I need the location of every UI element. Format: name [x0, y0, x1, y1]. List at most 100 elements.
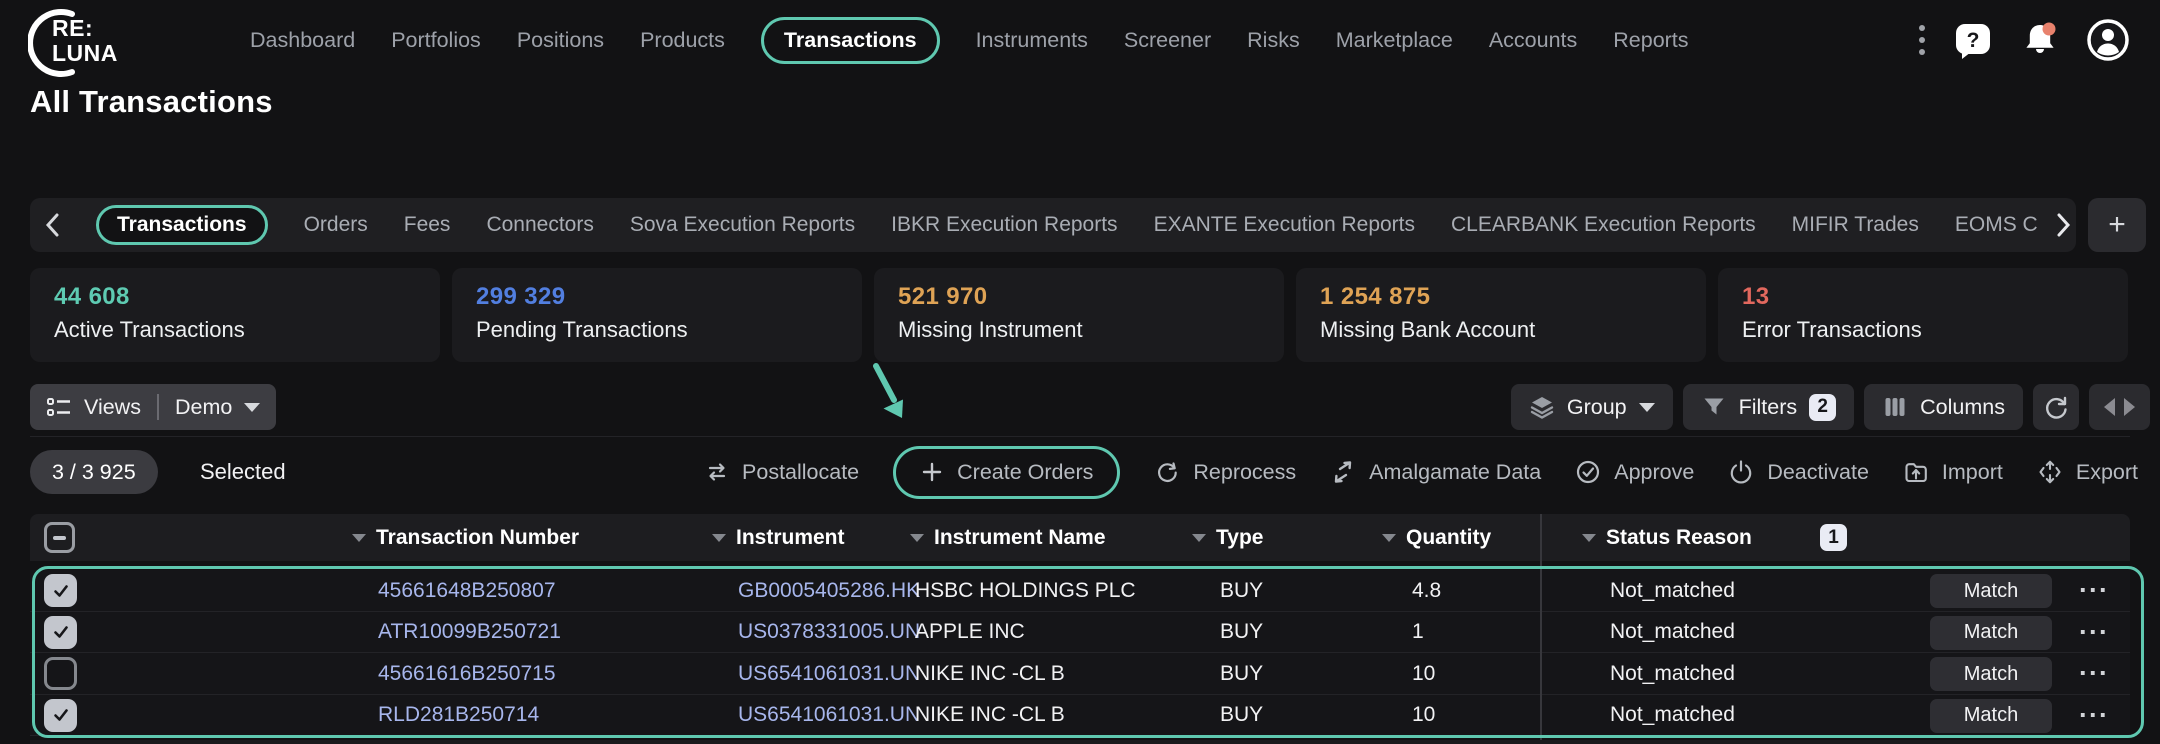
export-arrows-icon: [2037, 459, 2063, 485]
match-button[interactable]: Match: [1930, 616, 2052, 650]
kebab-menu-icon[interactable]: [1916, 20, 1928, 60]
nav-item-accounts[interactable]: Accounts: [1489, 28, 1577, 53]
arrow-left-icon[interactable]: [2104, 398, 2115, 416]
postallocate-button[interactable]: Postallocate: [705, 460, 859, 485]
table-row[interactable]: RLD281B250714 US6541061031.UN NIKE INC -…: [30, 695, 2130, 737]
views-button[interactable]: Views Demo: [30, 384, 276, 430]
approve-button[interactable]: Approve: [1575, 459, 1694, 485]
stat-card-missing-instrument[interactable]: 521 970 Missing Instrument: [874, 268, 1284, 362]
status-reason-cell: Not_matched: [1610, 695, 1735, 737]
column-header-instrument-name[interactable]: Instrument Name: [910, 514, 1106, 561]
stat-card-active-transactions[interactable]: 44 608 Active Transactions: [30, 268, 440, 362]
match-button[interactable]: Match: [1930, 657, 2052, 691]
status-reason-cell: Not_matched: [1610, 570, 1735, 612]
column-menu-caret-icon[interactable]: [1582, 534, 1596, 542]
user-avatar[interactable]: [2086, 18, 2130, 62]
tab-ibkr-execution-reports[interactable]: IBKR Execution Reports: [891, 213, 1117, 237]
deactivate-button[interactable]: Deactivate: [1728, 459, 1869, 485]
nav-item-dashboard[interactable]: Dashboard: [250, 28, 355, 53]
amalgamate-data-button[interactable]: Amalgamate Data: [1330, 459, 1541, 485]
instrument-link[interactable]: US0378331005.UN: [738, 612, 920, 654]
brand-text-top: RE:: [52, 16, 118, 41]
filters-button[interactable]: Filters 2: [1683, 384, 1855, 430]
column-menu-caret-icon[interactable]: [1382, 534, 1396, 542]
tab-scroll-right-icon[interactable]: [2056, 212, 2072, 238]
views-label: Views: [84, 395, 141, 420]
row-checkbox[interactable]: [44, 574, 77, 607]
transaction-number-link[interactable]: 45661648B250807: [378, 570, 556, 612]
instrument-link[interactable]: US6541061031.UN: [738, 653, 920, 695]
column-header-instrument[interactable]: Instrument: [712, 514, 845, 561]
refresh-button[interactable]: [2033, 384, 2079, 430]
deactivate-label: Deactivate: [1767, 460, 1869, 485]
column-menu-caret-icon[interactable]: [1192, 534, 1206, 542]
column-header-status-reason[interactable]: Status Reason: [1582, 514, 1752, 561]
column-header-quantity[interactable]: Quantity: [1382, 514, 1491, 561]
plus-icon: +: [2108, 208, 2126, 242]
tab-clearbank-execution-reports[interactable]: CLEARBANK Execution Reports: [1451, 213, 1756, 237]
row-menu-ellipsis-icon[interactable]: ···: [2070, 653, 2118, 695]
brand-logo[interactable]: RE: LUNA: [28, 4, 148, 78]
create-orders-button[interactable]: Create Orders: [893, 446, 1120, 499]
instrument-link[interactable]: US6541061031.UN: [738, 695, 920, 737]
nav-item-products[interactable]: Products: [640, 28, 725, 53]
panel-arrows-button[interactable]: [2089, 384, 2150, 430]
bell-icon[interactable]: [2018, 18, 2062, 62]
tab-transactions[interactable]: Transactions: [96, 205, 268, 245]
tab-sova-execution-reports[interactable]: Sova Execution Reports: [630, 213, 855, 237]
tab-strip: Transactions Orders Fees Connectors Sova…: [30, 198, 2076, 252]
nav-item-risks[interactable]: Risks: [1247, 28, 1300, 53]
tab-fees[interactable]: Fees: [404, 213, 451, 237]
tab-mifir-trades[interactable]: MIFIR Trades: [1792, 213, 1919, 237]
nav-item-screener[interactable]: Screener: [1124, 28, 1211, 53]
transaction-number-link[interactable]: RLD281B250714: [378, 695, 539, 737]
row-menu-ellipsis-icon[interactable]: ···: [2070, 612, 2118, 654]
tab-eoms-truncated[interactable]: EOMS C: [1955, 213, 2038, 237]
row-checkbox[interactable]: [44, 657, 77, 690]
nav-item-transactions[interactable]: Transactions: [761, 17, 940, 64]
add-tab-button[interactable]: +: [2088, 198, 2146, 252]
match-button[interactable]: Match: [1930, 699, 2052, 733]
tab-orders[interactable]: Orders: [304, 213, 368, 237]
instrument-name-cell: APPLE INC: [915, 612, 1025, 654]
column-menu-caret-icon[interactable]: [712, 534, 726, 542]
tab-scroll-left-icon[interactable]: [44, 212, 60, 238]
stat-card-pending-transactions[interactable]: 299 329 Pending Transactions: [452, 268, 862, 362]
match-button[interactable]: Match: [1930, 574, 2052, 608]
check-circle-icon: [1575, 459, 1601, 485]
table-row[interactable]: 45661648B250807 GB0005405286.HK HSBC HOL…: [30, 570, 2130, 612]
row-menu-ellipsis-icon[interactable]: ···: [2070, 570, 2118, 612]
nav-item-instruments[interactable]: Instruments: [976, 28, 1088, 53]
nav-item-marketplace[interactable]: Marketplace: [1336, 28, 1453, 53]
nav-item-portfolios[interactable]: Portfolios: [391, 28, 481, 53]
tab-connectors[interactable]: Connectors: [486, 213, 593, 237]
column-header-type[interactable]: Type: [1192, 514, 1263, 561]
group-button[interactable]: Group: [1511, 384, 1673, 430]
instrument-link[interactable]: GB0005405286.HK: [738, 570, 920, 612]
transaction-number-link[interactable]: 45661616B250715: [378, 653, 556, 695]
help-icon[interactable]: ?: [1952, 19, 1994, 61]
reprocess-button[interactable]: Reprocess: [1154, 459, 1296, 485]
column-menu-caret-icon[interactable]: [352, 534, 366, 542]
row-checkbox[interactable]: [44, 616, 77, 649]
transaction-number-link[interactable]: ATR10099B250721: [378, 612, 561, 654]
import-button[interactable]: Import: [1903, 459, 2003, 485]
stat-card-missing-bank-account[interactable]: 1 254 875 Missing Bank Account: [1296, 268, 1706, 362]
table-row[interactable]: 45661616B250715 US6541061031.UN NIKE INC…: [30, 653, 2130, 695]
nav-item-positions[interactable]: Positions: [517, 28, 604, 53]
arrow-right-icon[interactable]: [2124, 398, 2135, 416]
table-row[interactable]: ATR10099B250721 US0378331005.UN APPLE IN…: [30, 612, 2130, 654]
row-checkbox[interactable]: [44, 699, 77, 732]
row-menu-ellipsis-icon[interactable]: ···: [2070, 695, 2118, 737]
table-body: 45661648B250807 GB0005405286.HK HSBC HOL…: [30, 570, 2130, 736]
type-cell: BUY: [1220, 612, 1263, 654]
select-all-checkbox[interactable]: [44, 522, 75, 553]
power-icon: [1728, 459, 1754, 485]
stat-card-error-transactions[interactable]: 13 Error Transactions: [1718, 268, 2128, 362]
columns-button[interactable]: Columns: [1864, 384, 2023, 430]
export-button[interactable]: Export: [2037, 459, 2138, 485]
nav-item-reports[interactable]: Reports: [1613, 28, 1688, 53]
tab-exante-execution-reports[interactable]: EXANTE Execution Reports: [1154, 213, 1415, 237]
column-menu-caret-icon[interactable]: [910, 534, 924, 542]
column-header-transaction-number[interactable]: Transaction Number: [352, 514, 579, 561]
